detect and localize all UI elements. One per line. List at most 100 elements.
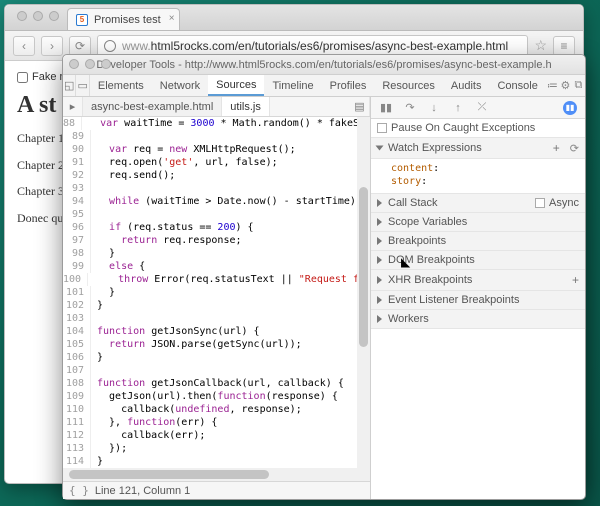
line-number[interactable]: 102 (63, 299, 91, 312)
line-number[interactable]: 104 (63, 325, 91, 338)
close-window-icon[interactable] (69, 59, 79, 69)
code-editor[interactable]: 88 var waitTime = 3000 * Math.random() *… (63, 117, 370, 468)
panel-tab-network[interactable]: Network (152, 75, 208, 96)
line-number[interactable]: 114 (63, 455, 91, 468)
vertical-scroll-thumb[interactable] (359, 187, 368, 347)
code-line[interactable]: function getJsonSync(url) { (91, 325, 260, 338)
disclosure-triangle-icon[interactable] (377, 199, 382, 207)
code-line[interactable]: getJson(url).then(function(response) { (91, 390, 338, 403)
code-line[interactable] (91, 130, 103, 143)
watch-expression[interactable]: story: (391, 175, 575, 188)
code-line[interactable]: } (91, 299, 103, 312)
code-line[interactable]: callback(err); (91, 429, 205, 442)
section-watch-expressions[interactable]: Watch Expressions + ⟳ (371, 138, 585, 159)
zoom-window-icon[interactable] (49, 11, 59, 21)
line-number[interactable]: 100 (63, 273, 88, 286)
pause-resume-icon[interactable]: ▮▮ (379, 101, 393, 115)
line-number[interactable]: 112 (63, 429, 91, 442)
section-event-listener-breakpoints[interactable]: Event Listener Breakpoints (371, 291, 585, 310)
line-number[interactable]: 106 (63, 351, 91, 364)
dock-side-icon[interactable]: ⧉ (572, 75, 585, 96)
code-line[interactable]: else { (91, 260, 145, 273)
show-navigator-icon[interactable]: ▸ (63, 97, 83, 116)
code-line[interactable] (91, 312, 103, 325)
code-line[interactable]: var waitTime = 3000 * Math.random() * fa… (82, 117, 370, 130)
section-breakpoints[interactable]: Breakpoints (371, 232, 585, 251)
section-workers[interactable]: Workers (371, 310, 585, 329)
line-number[interactable]: 113 (63, 442, 91, 455)
inspect-element-icon[interactable]: ◱ (63, 75, 76, 96)
async-checkbox[interactable] (535, 198, 545, 208)
line-number[interactable]: 91 (63, 156, 91, 169)
code-line[interactable]: return req.response; (91, 234, 242, 247)
step-over-icon[interactable]: ↷ (403, 101, 417, 115)
code-line[interactable]: } (91, 286, 115, 299)
line-number[interactable]: 88 (63, 117, 82, 130)
site-info-icon[interactable] (104, 40, 116, 52)
code-line[interactable] (91, 364, 103, 377)
code-line[interactable]: }, function(err) { (91, 416, 217, 429)
toggle-device-icon[interactable]: ▭ (76, 75, 89, 96)
section-xhr-breakpoints[interactable]: XHR Breakpoints + (371, 270, 585, 291)
line-number[interactable]: 97 (63, 234, 91, 247)
disclosure-triangle-icon[interactable] (377, 218, 382, 226)
minimize-window-icon[interactable] (85, 59, 95, 69)
fake-network-checkbox[interactable] (17, 72, 28, 83)
code-line[interactable]: } (91, 455, 103, 468)
line-number[interactable]: 99 (63, 260, 91, 273)
code-line[interactable]: if (req.status == 200) { (91, 221, 254, 234)
step-into-icon[interactable]: ↓ (427, 101, 441, 115)
show-drawer-icon[interactable]: ≔ (546, 75, 559, 96)
line-number[interactable]: 89 (63, 130, 91, 143)
line-number[interactable]: 105 (63, 338, 91, 351)
reload-button[interactable]: ⟳ (69, 36, 91, 56)
panel-tab-timeline[interactable]: Timeline (264, 75, 321, 96)
line-number[interactable]: 110 (63, 403, 91, 416)
panel-tab-audits[interactable]: Audits (443, 75, 490, 96)
forward-button[interactable]: › (41, 36, 63, 56)
add-xhr-breakpoint-icon[interactable]: + (572, 273, 579, 287)
section-scope-variables[interactable]: Scope Variables (371, 213, 585, 232)
panel-tab-sources[interactable]: Sources (208, 75, 264, 96)
line-number[interactable]: 94 (63, 195, 91, 208)
code-line[interactable]: while (waitTime > Date.now() - startTime… (91, 195, 362, 208)
code-line[interactable] (91, 208, 103, 221)
code-line[interactable]: req.send(); (91, 169, 175, 182)
more-tabs-icon[interactable]: ▤ (350, 97, 370, 116)
disclosure-triangle-icon[interactable] (376, 146, 384, 151)
section-call-stack[interactable]: Call Stack Async (371, 194, 585, 213)
pause-on-caught-row[interactable]: Pause On Caught Exceptions (371, 119, 585, 138)
disclosure-triangle-icon[interactable] (377, 296, 382, 304)
vertical-scrollbar[interactable] (357, 117, 370, 468)
line-number[interactable]: 108 (63, 377, 91, 390)
line-number[interactable]: 95 (63, 208, 91, 221)
disclosure-triangle-icon[interactable] (377, 237, 382, 245)
panel-tab-resources[interactable]: Resources (374, 75, 443, 96)
line-number[interactable]: 96 (63, 221, 91, 234)
code-line[interactable]: } (91, 247, 115, 260)
pause-on-caught-checkbox[interactable] (377, 123, 387, 133)
code-line[interactable]: var req = new XMLHttpRequest(); (91, 143, 296, 156)
line-number[interactable]: 93 (63, 182, 91, 195)
code-line[interactable]: throw Error(req.statusText || "Request f… (88, 273, 370, 286)
line-number[interactable]: 92 (63, 169, 91, 182)
pause-on-exceptions-icon[interactable]: ▮▮ (563, 101, 577, 115)
file-tab[interactable]: async-best-example.html (83, 97, 222, 116)
horizontal-scroll-thumb[interactable] (69, 470, 269, 479)
panel-tab-elements[interactable]: Elements (90, 75, 152, 96)
panel-tab-profiles[interactable]: Profiles (322, 75, 375, 96)
panel-tab-console[interactable]: Console (489, 75, 545, 96)
section-dom-breakpoints[interactable]: DOM Breakpoints (371, 251, 585, 270)
watch-expression[interactable]: content: (391, 162, 575, 175)
file-tab[interactable]: utils.js (222, 97, 270, 116)
line-number[interactable]: 103 (63, 312, 91, 325)
bookmark-icon[interactable]: ☆ (534, 37, 547, 54)
minimize-window-icon[interactable] (33, 11, 43, 21)
menu-button[interactable]: ≡ (553, 36, 575, 56)
code-line[interactable]: req.open('get', url, false); (91, 156, 278, 169)
line-number[interactable]: 90 (63, 143, 91, 156)
line-number[interactable]: 111 (63, 416, 91, 429)
code-line[interactable]: function getJsonCallback(url, callback) … (91, 377, 344, 390)
pretty-print-icon[interactable]: { } (69, 484, 89, 497)
code-line[interactable]: } (91, 351, 103, 364)
